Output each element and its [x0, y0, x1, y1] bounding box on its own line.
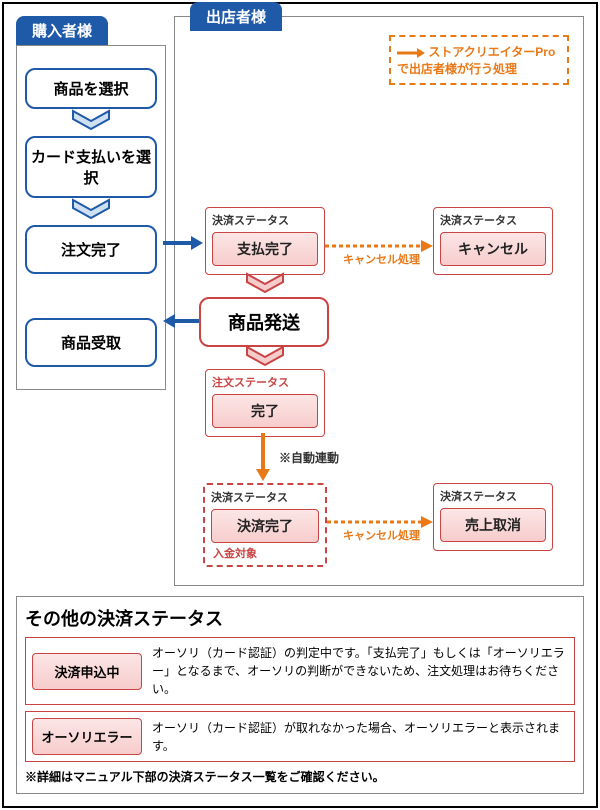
- applying-badge: 決済申込中: [32, 653, 142, 690]
- status-settle-done: 決済ステータス 決済完了 入金対象: [203, 483, 327, 567]
- auto-link-label: ※自動連動: [279, 449, 339, 466]
- status-sales-cancel: 決済ステータス 売上取消: [433, 483, 553, 551]
- other-status-title: その他の決済ステータス: [25, 605, 575, 631]
- diagram-page: 購入者様 商品を選択 カード支払いを選択 注文完了 商品受取 出店者様 ストアク…: [2, 2, 598, 808]
- status-label: 決済ステータス: [212, 212, 318, 228]
- deposit-target-label: 入金対象: [213, 545, 257, 561]
- buyer-step-order-complete: 注文完了: [25, 225, 157, 274]
- chevron-down-icon: [25, 109, 157, 136]
- ship-box: 商品発送: [199, 297, 329, 347]
- legend-box: ストアクリエイターProで出店者様が行う処理: [389, 35, 569, 85]
- status-row-auth-error: オーソリエラー オーソリ（カード認証）が取れなかった場合、オーソリエラーと表示さ…: [25, 711, 575, 762]
- order-status-label: 注文ステータス: [212, 374, 318, 390]
- chevron-down-icon: [25, 198, 157, 225]
- status-cancel: 決済ステータス キャンセル: [433, 207, 553, 275]
- bottom-note: ※詳細はマニュアル下部の決済ステータス一覧をご確認ください。: [25, 768, 575, 785]
- buyer-body: 商品を選択 カード支払いを選択 注文完了 商品受取: [16, 45, 166, 390]
- sales-cancel-badge: 売上取消: [440, 508, 546, 542]
- flow-area: 購入者様 商品を選択 カード支払いを選択 注文完了 商品受取 出店者様 ストアク…: [16, 16, 584, 586]
- settle-done-badge: 決済完了: [211, 509, 319, 543]
- cancel-proc-label: キャンセル処理: [343, 251, 420, 267]
- auth-error-text: オーソリ（カード認証）が取れなかった場合、オーソリエラーと表示されます。: [152, 719, 568, 755]
- status-label: 決済ステータス: [211, 489, 319, 505]
- applying-text: オーソリ（カード認証）の判定中です。「支払完了」もしくは「オーソリエラー」となる…: [152, 644, 568, 698]
- arrow-left-icon: [163, 313, 199, 329]
- buyer-step-card-payment: カード支払いを選択: [25, 136, 157, 198]
- buyer-column: 購入者様 商品を選択 カード支払いを選択 注文完了 商品受取: [16, 16, 166, 586]
- arrow-down-icon: [255, 433, 271, 481]
- status-order-complete: 注文ステータス 完了: [205, 369, 325, 437]
- status-pay-done: 決済ステータス 支払完了: [205, 207, 325, 275]
- status-label: 決済ステータス: [440, 212, 546, 228]
- auth-error-badge: オーソリエラー: [32, 718, 142, 755]
- arrow-right-icon: [163, 235, 203, 251]
- complete-badge: 完了: [212, 394, 318, 428]
- buyer-step-receive: 商品受取: [25, 318, 157, 367]
- buyer-header: 購入者様: [16, 16, 108, 45]
- buyer-step-select-product: 商品を選択: [25, 68, 157, 109]
- seller-header: 出店者様: [190, 2, 282, 31]
- status-row-applying: 決済申込中 オーソリ（カード認証）の判定中です。「支払完了」もしくは「オーソリエ…: [25, 637, 575, 705]
- cancel-proc-label-2: キャンセル処理: [343, 527, 420, 543]
- status-label: 決済ステータス: [440, 488, 546, 504]
- pay-done-badge: 支払完了: [212, 232, 318, 266]
- other-status-panel: その他の決済ステータス 決済申込中 オーソリ（カード認証）の判定中です。「支払完…: [16, 596, 584, 794]
- chevron-down-icon: [245, 272, 285, 294]
- cancel-badge: キャンセル: [440, 232, 546, 266]
- chevron-down-icon: [245, 345, 285, 367]
- seller-column: 出店者様 ストアクリエイターProで出店者様が行う処理 決済ステータス 支払完了…: [174, 16, 584, 586]
